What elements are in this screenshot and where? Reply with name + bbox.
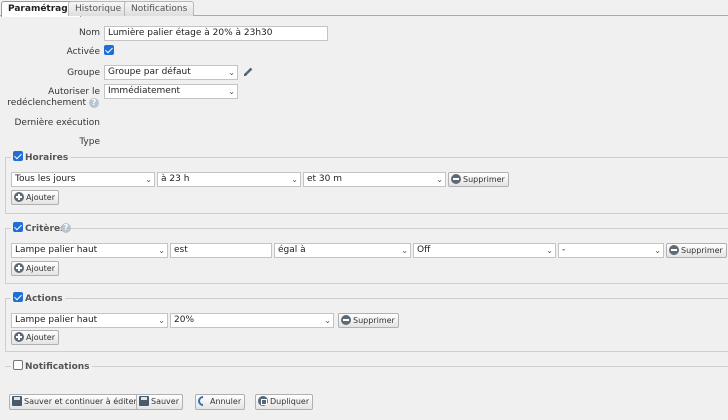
last-run-label: Dernière exécution xyxy=(14,118,100,128)
action-delete-label: Supprimer xyxy=(353,316,395,325)
chevron-down-icon: ⌄ xyxy=(145,175,152,184)
cancel-label: Annuler xyxy=(210,397,242,406)
type-label: Type xyxy=(79,137,100,147)
criteria-add-label: Ajouter xyxy=(26,264,56,273)
action-add-label: Ajouter xyxy=(26,333,56,342)
group-select[interactable]: Groupe par défaut ⌄ xyxy=(104,65,238,80)
action-delete-button[interactable]: Supprimer xyxy=(338,313,399,328)
criteria-delete-button[interactable]: Supprimer xyxy=(666,243,727,258)
schedules-legend: Horaires xyxy=(11,151,71,163)
group-select-value: Groupe par défaut xyxy=(108,67,191,77)
pencil-icon[interactable] xyxy=(242,66,254,78)
criteria-value-select[interactable]: Off ⌄ xyxy=(413,243,556,258)
chevron-down-icon: ⌄ xyxy=(436,175,443,184)
schedules-title: Horaires xyxy=(25,153,69,163)
schedule-minute-select[interactable]: et 30 m ⌄ xyxy=(303,172,446,187)
schedules-checkbox[interactable] xyxy=(13,151,23,161)
chevron-down-icon: ⌄ xyxy=(401,246,408,255)
criteria-checkbox[interactable] xyxy=(13,222,23,232)
plus-circle-icon xyxy=(14,263,24,273)
criteria-operator-value: égal à xyxy=(278,245,306,255)
chevron-down-icon: ⌄ xyxy=(654,246,661,255)
criteria-device-value: Lampe palier haut xyxy=(15,245,98,255)
save-continue-button[interactable]: Sauver et continuer à éditer xyxy=(9,394,141,410)
schedule-hour-value: à 23 h xyxy=(161,174,190,184)
floppy-disk-icon xyxy=(139,396,149,406)
criteria-operator-select[interactable]: égal à ⌄ xyxy=(274,243,411,258)
duplicate-button[interactable]: Dupliquer xyxy=(255,394,314,410)
tab-bar: Paramétrage Historique Notifications xyxy=(0,0,728,17)
notifications-section xyxy=(5,366,728,367)
minus-circle-icon xyxy=(669,245,679,255)
chevron-down-icon: ⌄ xyxy=(158,246,165,255)
notifications-title: Notifications xyxy=(25,362,90,372)
actions-legend: Actions xyxy=(11,292,65,304)
duplicate-label: Dupliquer xyxy=(270,397,310,406)
enabled-label: Activée xyxy=(66,47,100,57)
schedule-minute-value: et 30 m xyxy=(307,174,343,184)
chevron-down-icon: ⌄ xyxy=(324,316,331,325)
action-device-select[interactable]: Lampe palier haut ⌄ xyxy=(11,313,168,328)
action-add-button[interactable]: Ajouter xyxy=(11,330,60,345)
save-continue-label: Sauver et continuer à éditer xyxy=(24,397,137,406)
chevron-down-icon: ⌄ xyxy=(291,175,298,184)
retrigger-select[interactable]: Immédiatement ⌄ xyxy=(104,84,238,99)
minus-circle-icon xyxy=(341,315,351,325)
undo-icon xyxy=(195,393,211,409)
duplicate-icon xyxy=(258,396,268,406)
notifications-checkbox[interactable] xyxy=(13,360,23,370)
save-label: Sauver xyxy=(151,397,179,406)
plus-circle-icon xyxy=(14,332,24,342)
name-label: Nom xyxy=(78,28,100,38)
criteria-extra-select[interactable]: - ⌄ xyxy=(558,243,664,258)
criteria-add-button[interactable]: Ajouter xyxy=(11,261,60,276)
schedule-hour-select[interactable]: à 23 h ⌄ xyxy=(157,172,301,187)
tab-notifications[interactable]: Notifications xyxy=(124,1,195,16)
cancel-button[interactable]: Annuler xyxy=(195,393,246,410)
criteria-value-value: Off xyxy=(417,245,431,255)
criteria-device-select[interactable]: Lampe palier haut ⌄ xyxy=(11,243,168,258)
retrigger-select-value: Immédiatement xyxy=(108,86,181,96)
criteria-verb-field[interactable]: est xyxy=(170,243,272,258)
action-value-select[interactable]: 20% ⌄ xyxy=(170,313,334,328)
chevron-down-icon: ⌄ xyxy=(546,246,553,255)
retrigger-label-line2: redéclenchement xyxy=(7,98,86,108)
criteria-delete-label: Supprimer xyxy=(681,246,723,255)
minus-circle-icon xyxy=(451,174,461,184)
name-input[interactable]: Lumière palier étage à 20% à 23h30 xyxy=(104,26,328,41)
plus-circle-icon xyxy=(14,192,24,202)
floppy-disk-icon xyxy=(12,396,22,406)
chevron-down-icon: ⌄ xyxy=(158,316,165,325)
notifications-legend: Notifications xyxy=(11,360,92,372)
actions-title: Actions xyxy=(25,294,63,304)
criteria-legend: Critères xyxy=(11,222,68,234)
actions-checkbox[interactable] xyxy=(13,292,23,302)
schedule-delete-label: Supprimer xyxy=(463,175,505,184)
action-value-value: 20% xyxy=(174,315,195,325)
chevron-down-icon: ⌄ xyxy=(228,68,235,77)
schedule-day-value: Tous les jours xyxy=(15,174,76,184)
tab-historique[interactable]: Historique xyxy=(68,1,129,16)
schedule-add-label: Ajouter xyxy=(26,193,56,202)
chevron-down-icon: ⌄ xyxy=(228,87,235,96)
action-device-value: Lampe palier haut xyxy=(15,315,98,325)
save-button[interactable]: Sauver xyxy=(136,394,183,410)
help-icon[interactable]: ? xyxy=(61,223,71,233)
criteria-title: Critères xyxy=(25,224,66,234)
group-label: Groupe xyxy=(67,68,100,78)
help-icon[interactable]: ? xyxy=(89,98,99,108)
enabled-checkbox[interactable] xyxy=(104,45,114,55)
schedule-delete-button[interactable]: Supprimer xyxy=(448,172,509,187)
schedule-add-button[interactable]: Ajouter xyxy=(11,190,60,205)
criteria-extra-value: - xyxy=(562,245,566,255)
retrigger-label-line1: Autoriser le xyxy=(48,87,100,97)
schedule-day-select[interactable]: Tous les jours ⌄ xyxy=(11,172,155,187)
